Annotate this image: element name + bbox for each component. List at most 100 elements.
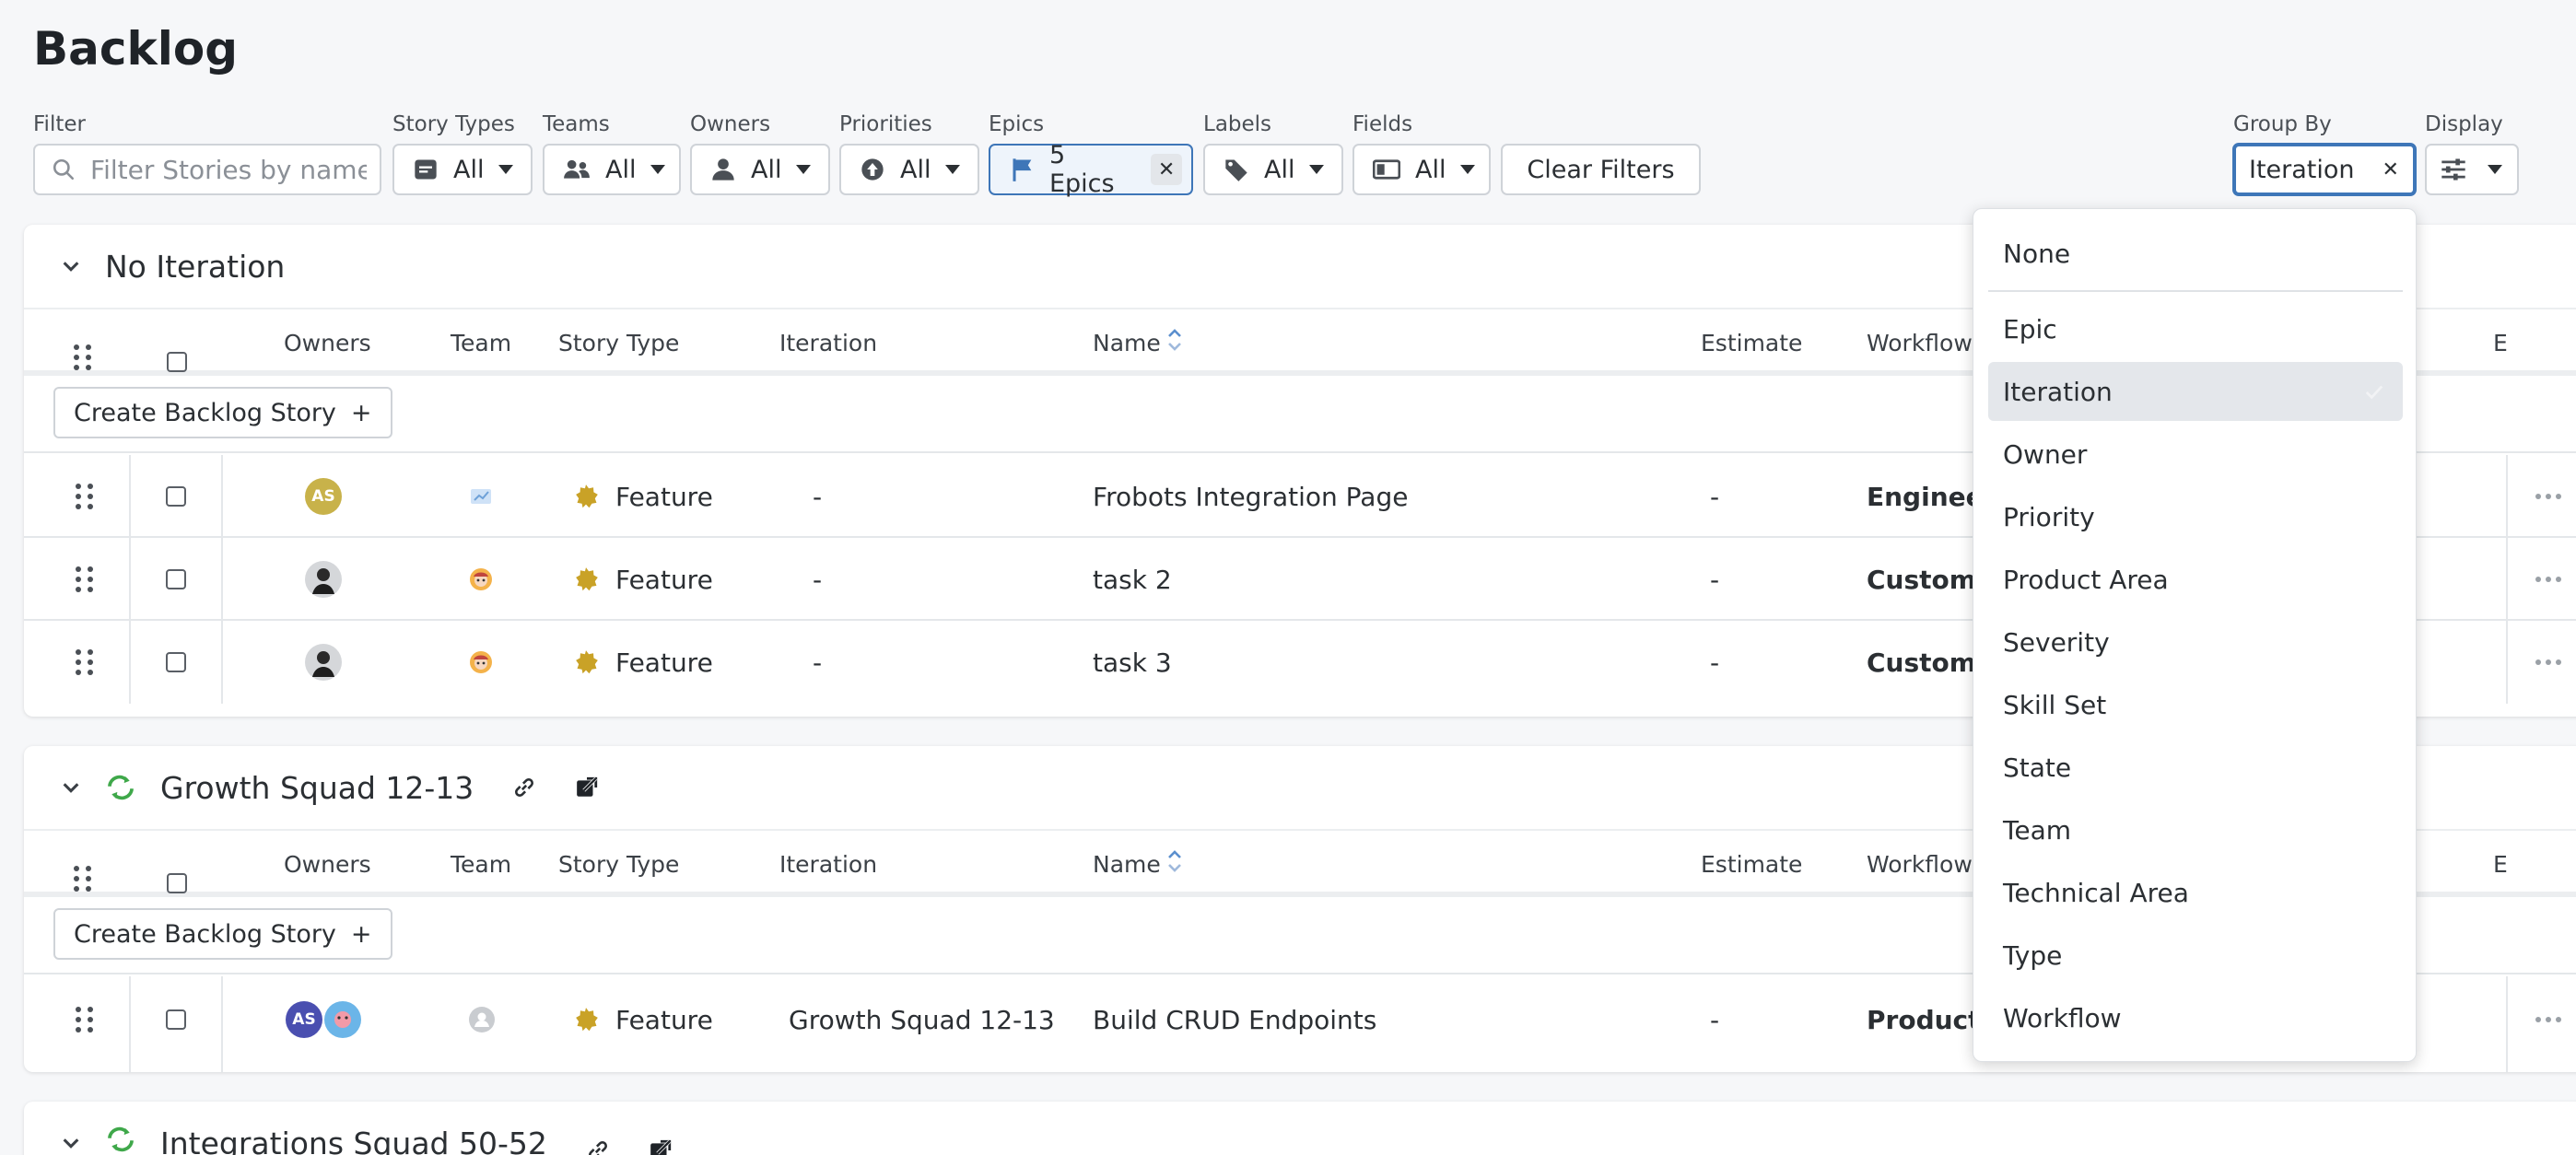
collapse-chevron-icon[interactable] <box>61 256 81 276</box>
plus-icon: + <box>350 398 372 427</box>
more-options-icon[interactable] <box>2535 976 2561 1063</box>
owner-avatar[interactable]: AS <box>305 455 342 538</box>
column-iteration[interactable]: Iteration <box>779 330 877 356</box>
create-backlog-story-label: Create Backlog Story <box>74 919 336 949</box>
column-epic[interactable]: E <box>2493 851 2508 878</box>
sort-icon[interactable] <box>1166 847 1183 881</box>
create-backlog-story-label: Create Backlog Story <box>74 398 336 427</box>
team-icon[interactable] <box>468 538 494 621</box>
estimate-cell[interactable]: - <box>1710 621 1719 704</box>
column-team[interactable]: Team <box>451 851 511 878</box>
story-type-cell: Feature <box>573 455 713 538</box>
story-type-cell: Feature <box>573 621 713 704</box>
iteration-cell[interactable]: Growth Squad 12-13 <box>789 976 1055 1063</box>
column-workflow[interactable]: Workflow <box>1867 330 1973 356</box>
more-options-icon[interactable] <box>2535 455 2561 538</box>
menu-item-state[interactable]: State <box>1988 738 2403 797</box>
display-options-button[interactable] <box>2425 144 2519 195</box>
filter-search-box[interactable] <box>33 144 381 195</box>
collapse-chevron-icon[interactable] <box>61 777 81 798</box>
create-backlog-story-button[interactable]: Create Backlog Story + <box>53 908 392 960</box>
column-iteration[interactable]: Iteration <box>779 851 877 878</box>
story-types-dropdown[interactable]: All <box>392 144 533 195</box>
column-name[interactable]: Name <box>1093 330 1161 356</box>
estimate-cell[interactable]: - <box>1710 538 1719 621</box>
column-owners[interactable]: Owners <box>284 851 371 878</box>
column-name[interactable]: Name <box>1093 851 1161 878</box>
group-header: Growth Squad 12-13 <box>24 746 599 829</box>
story-name[interactable]: Build CRUD Endpoints <box>1093 976 1376 1063</box>
column-team[interactable]: Team <box>451 330 511 356</box>
column-epic[interactable]: E <box>2493 330 2508 356</box>
fields-value: All <box>1415 155 1446 184</box>
team-icon[interactable] <box>468 455 494 538</box>
column-estimate[interactable]: Estimate <box>1701 330 1802 356</box>
story-name[interactable]: task 2 <box>1093 538 1172 621</box>
row-checkbox[interactable] <box>166 621 186 704</box>
group-title: No Iteration <box>105 248 286 285</box>
estimate-cell[interactable]: - <box>1710 455 1719 538</box>
row-checkbox[interactable] <box>166 976 186 1063</box>
filter-search-input[interactable] <box>90 154 367 185</box>
drag-handle-icon[interactable] <box>76 621 94 704</box>
estimate-cell[interactable]: - <box>1710 976 1719 1063</box>
filter-label: Filter <box>33 112 86 136</box>
menu-item-none[interactable]: None <box>1988 224 2403 283</box>
team-icon[interactable] <box>468 621 494 704</box>
link-icon[interactable] <box>586 1138 610 1155</box>
column-workflow[interactable]: Workflow <box>1867 851 1973 878</box>
clear-filters-button[interactable]: Clear Filters <box>1501 144 1701 195</box>
story-name[interactable]: task 3 <box>1093 621 1172 704</box>
menu-item-type[interactable]: Type <box>1988 926 2403 985</box>
owner-avatar[interactable] <box>305 621 342 704</box>
clear-epics-icon[interactable]: ✕ <box>1151 154 1183 185</box>
menu-item-team[interactable]: Team <box>1988 800 2403 859</box>
owners-dropdown[interactable]: All <box>690 144 830 195</box>
menu-item-priority[interactable]: Priority <box>1988 487 2403 546</box>
story-name[interactable]: Frobots Integration Page <box>1093 455 1408 538</box>
more-options-icon[interactable] <box>2535 621 2561 704</box>
drag-handle-icon[interactable] <box>76 538 94 621</box>
column-story-type[interactable]: Story Type <box>558 851 679 878</box>
menu-item-product-area[interactable]: Product Area <box>1988 550 2403 609</box>
link-icon[interactable] <box>512 776 536 799</box>
column-story-type[interactable]: Story Type <box>558 330 679 356</box>
workflow-cell[interactable]: Product <box>1867 976 1981 1063</box>
menu-item-workflow[interactable]: Workflow <box>1988 988 2403 1047</box>
column-owners[interactable]: Owners <box>284 330 371 356</box>
owner-avatars[interactable]: AS <box>286 976 361 1063</box>
drag-handle-icon[interactable] <box>76 976 94 1063</box>
group-by-select[interactable]: Iteration ✕ <box>2232 143 2417 196</box>
priorities-dropdown[interactable]: All <box>839 144 979 195</box>
teams-dropdown[interactable]: All <box>543 144 681 195</box>
drag-handle-icon[interactable] <box>76 455 94 538</box>
fields-dropdown[interactable]: All <box>1352 144 1491 195</box>
collapse-chevron-icon[interactable] <box>61 1133 81 1153</box>
field-icon <box>1373 156 1400 183</box>
external-link-icon[interactable] <box>575 776 599 799</box>
iteration-cell[interactable]: - <box>813 455 822 538</box>
display-label: Display <box>2425 112 2503 136</box>
row-checkbox[interactable] <box>166 538 186 621</box>
epics-filter[interactable]: 5 Epics ✕ <box>989 141 1193 198</box>
create-backlog-story-button[interactable]: Create Backlog Story + <box>53 387 392 438</box>
clear-group-by-icon[interactable]: ✕ <box>2383 158 2399 181</box>
iteration-cell[interactable]: - <box>813 621 822 704</box>
menu-item-iteration[interactable]: Iteration <box>1988 362 2403 421</box>
menu-item-technical-area[interactable]: Technical Area <box>1988 863 2403 922</box>
labels-dropdown[interactable]: All <box>1203 144 1343 195</box>
owner-avatar[interactable] <box>305 538 342 621</box>
team-icon[interactable] <box>468 976 496 1063</box>
epics-value: 5 Epics <box>1048 141 1115 198</box>
menu-item-severity[interactable]: Severity <box>1988 612 2403 671</box>
menu-item-owner[interactable]: Owner <box>1988 425 2403 484</box>
more-options-icon[interactable] <box>2535 538 2561 621</box>
column-estimate[interactable]: Estimate <box>1701 851 1802 878</box>
menu-item-epic[interactable]: Epic <box>1988 299 2403 358</box>
row-checkbox[interactable] <box>166 455 186 538</box>
page-title: Backlog <box>33 22 239 76</box>
sort-icon[interactable] <box>1166 326 1183 359</box>
menu-item-skill-set[interactable]: Skill Set <box>1988 675 2403 734</box>
iteration-cell[interactable]: - <box>813 538 822 621</box>
external-link-icon[interactable] <box>649 1138 673 1155</box>
